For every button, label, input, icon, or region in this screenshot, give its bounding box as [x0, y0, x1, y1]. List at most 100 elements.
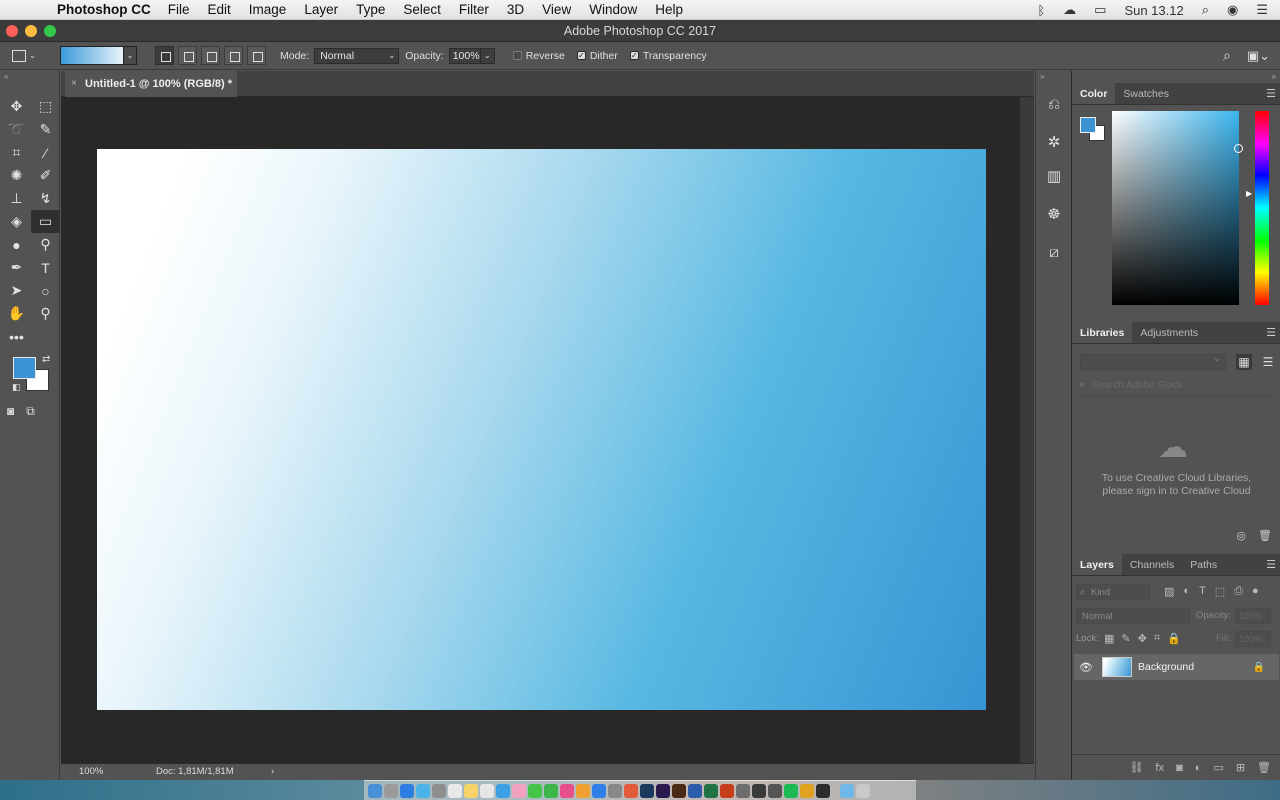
bluetooth-icon[interactable]: ᛒ	[1037, 3, 1045, 18]
filter-toggle-icon[interactable]: ●	[1252, 585, 1259, 598]
tab-channels[interactable]: Channels	[1122, 554, 1182, 575]
notification-center-icon[interactable]: ☰	[1256, 2, 1268, 18]
color-field[interactable]	[1112, 111, 1243, 305]
reflected-gradient-button[interactable]	[224, 46, 243, 65]
word-icon[interactable]	[688, 783, 702, 798]
hand-tool-icon[interactable]: ✋	[2, 302, 31, 325]
menu-help[interactable]: Help	[646, 2, 692, 17]
gradient-editor-swatch[interactable]	[60, 46, 124, 65]
lock-all-icon[interactable]: 🔒	[1167, 632, 1181, 645]
search-icon[interactable]: ⌕	[1223, 47, 1231, 64]
filter-adjustment-icon[interactable]: ◐	[1183, 585, 1190, 598]
history-brush-tool-icon[interactable]: ↯	[31, 187, 60, 210]
launchpad-icon[interactable]	[384, 783, 398, 798]
app-icon-red[interactable]	[624, 783, 638, 798]
clock[interactable]: Sun 13.12	[1124, 3, 1183, 18]
spotlight-icon[interactable]: ⌕	[1202, 2, 1209, 18]
clone-stamp-tool-icon[interactable]: ⊥	[2, 187, 31, 210]
trash-icon[interactable]: 🗑	[1258, 529, 1272, 542]
quick-selection-tool-icon[interactable]: ✎	[31, 118, 60, 141]
calendar-icon[interactable]	[448, 783, 462, 798]
character-panel-icon[interactable]: ⧄	[1039, 237, 1069, 267]
gradient-tool-icon[interactable]: ▭	[31, 210, 60, 233]
pen-tool-icon[interactable]: ✒	[2, 256, 31, 279]
foreground-color-swatch[interactable]	[13, 357, 36, 379]
new-group-icon[interactable]: ▭	[1213, 761, 1223, 774]
opacity-slider-toggle[interactable]: ⌄	[480, 47, 495, 64]
filter-shape-icon[interactable]: ⬚	[1215, 585, 1225, 598]
siri-icon[interactable]: ◉	[1227, 2, 1238, 18]
crop-tool-icon[interactable]: ⌗	[2, 141, 31, 164]
window-zoom-button[interactable]	[44, 25, 56, 37]
layer-style-icon[interactable]: fx	[1156, 762, 1165, 774]
tab-color[interactable]: Color	[1072, 83, 1116, 104]
reverse-checkbox[interactable]: Reverse	[512, 50, 565, 62]
powerpoint-icon[interactable]	[720, 783, 734, 798]
utility-app-icon[interactable]	[736, 783, 750, 798]
ellipse-tool-icon[interactable]: ○	[31, 279, 60, 302]
menu-type[interactable]: Type	[347, 2, 394, 17]
opacity-field[interactable]: 100%	[448, 47, 481, 64]
linear-gradient-button[interactable]	[155, 46, 174, 65]
facetime-icon[interactable]	[544, 783, 558, 798]
brush-settings-panel-icon[interactable]: ▥	[1039, 161, 1069, 191]
premiere-icon[interactable]	[656, 783, 670, 798]
filter-type-icon[interactable]: T	[1199, 585, 1206, 598]
menu-app-name[interactable]: Photoshop CC	[48, 2, 159, 17]
document-tab[interactable]: × Untitled-1 @ 100% (RGB/8) *	[65, 71, 237, 97]
layer-name[interactable]: Background	[1138, 661, 1194, 673]
menu-view[interactable]: View	[533, 2, 580, 17]
new-layer-icon[interactable]: ⊞	[1236, 761, 1245, 774]
tab-libraries[interactable]: Libraries	[1072, 322, 1133, 343]
panel-menu-icon[interactable]: ☰	[1266, 558, 1276, 571]
grid-view-icon[interactable]: ▦	[1236, 354, 1252, 370]
status-menu-arrow-icon[interactable]: ›	[271, 764, 274, 780]
default-colors-icon[interactable]: ◧	[12, 382, 21, 393]
reminders-icon[interactable]	[480, 783, 494, 798]
mail-icon[interactable]	[416, 783, 430, 798]
link-layers-icon[interactable]: ⛓	[1130, 761, 1144, 774]
tab-paths[interactable]: Paths	[1182, 554, 1225, 575]
filter-smart-object-icon[interactable]: ⎙	[1234, 585, 1243, 598]
notes-icon[interactable]	[464, 783, 478, 798]
zoom-tool-icon[interactable]: ⚲	[31, 302, 60, 325]
window-minimize-button[interactable]	[25, 25, 37, 37]
system-preferences-icon[interactable]	[608, 783, 622, 798]
layer-opacity-field[interactable]: 100%	[1235, 608, 1271, 624]
tab-layers[interactable]: Layers	[1072, 554, 1122, 575]
canvas-viewport[interactable]	[61, 97, 1019, 763]
eyedropper-tool-icon[interactable]: ⁄	[31, 141, 60, 164]
maps-icon[interactable]	[496, 783, 510, 798]
close-tab-icon[interactable]: ×	[71, 71, 77, 97]
spotify-icon[interactable]	[784, 783, 798, 798]
illustrator-icon[interactable]	[672, 783, 686, 798]
dither-checkbox[interactable]: ✓ Dither	[576, 50, 618, 62]
app-icon-dark[interactable]	[768, 783, 782, 798]
properties-panel-icon[interactable]: ☸	[1039, 199, 1069, 229]
delete-layer-icon[interactable]: 🗑	[1257, 761, 1271, 774]
lasso-tool-icon[interactable]: ➰	[2, 118, 31, 141]
add-mask-icon[interactable]: ◙	[1176, 762, 1183, 774]
gradient-picker-dropdown[interactable]: ⌄	[124, 46, 137, 65]
lock-image-icon[interactable]: ✎	[1121, 632, 1130, 645]
ibooks-icon[interactable]	[576, 783, 590, 798]
menu-edit[interactable]: Edit	[199, 2, 240, 17]
more-tools-icon[interactable]: •••	[2, 325, 31, 348]
photos-icon[interactable]	[512, 783, 526, 798]
spot-healing-brush-tool-icon[interactable]: ✺	[2, 164, 31, 187]
lock-artboard-icon[interactable]: ⌗	[1154, 632, 1160, 645]
angle-gradient-button[interactable]	[201, 46, 220, 65]
radial-gradient-button[interactable]	[178, 46, 197, 65]
eraser-tool-icon[interactable]: ◈	[2, 210, 31, 233]
visibility-eye-icon[interactable]: 👁	[1074, 661, 1098, 674]
menu-3d[interactable]: 3D	[498, 2, 533, 17]
contacts-icon[interactable]	[432, 783, 446, 798]
mode-select[interactable]: Normal ⌄	[314, 47, 400, 64]
menu-layer[interactable]: Layer	[295, 2, 347, 17]
library-select[interactable]	[1080, 353, 1226, 370]
tool-preset-picker[interactable]: ⌄	[12, 46, 48, 66]
stock-search-input[interactable]: ⌕ Search Adobe Stock	[1078, 379, 1276, 396]
adjustment-layer-icon[interactable]: ◐	[1195, 762, 1202, 774]
brush-tool-icon[interactable]: ✐	[31, 164, 60, 187]
chrome-icon[interactable]	[800, 783, 814, 798]
